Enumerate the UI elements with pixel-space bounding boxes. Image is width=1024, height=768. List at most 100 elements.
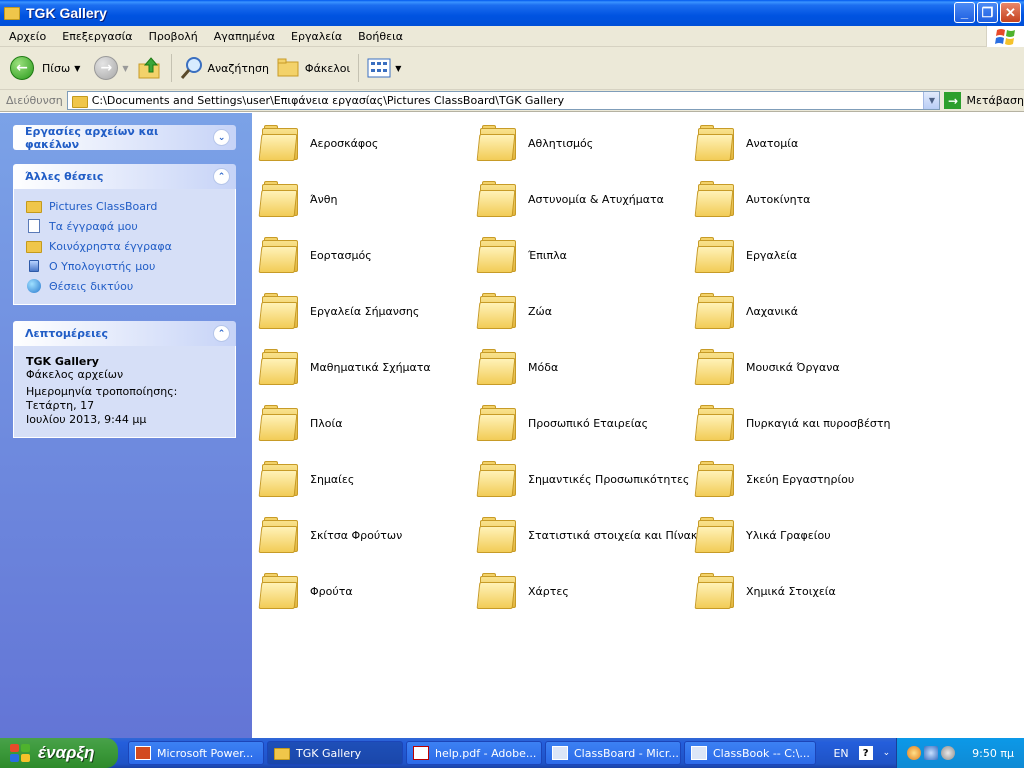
panel-header[interactable]: Λεπτομέρειες ⌃ <box>13 321 236 346</box>
taskbar-button-powerpoint[interactable]: Microsoft Power... <box>128 741 264 765</box>
folder-icon <box>476 348 518 386</box>
menu-view[interactable]: Προβολή <box>140 26 205 47</box>
folder-item[interactable]: Σκεύη Εργαστηρίου <box>694 457 914 501</box>
folder-icon <box>694 124 736 162</box>
folder-label: Ζώα <box>528 304 552 318</box>
menu-edit[interactable]: Επεξεργασία <box>53 26 139 47</box>
minimize-button[interactable]: _ <box>954 2 975 23</box>
title-bar[interactable]: TGK Gallery _ ❐ ✕ <box>0 0 1024 26</box>
folder-item[interactable]: Εργαλεία <box>694 233 914 277</box>
folder-label: Αυτοκίνητα <box>746 192 811 206</box>
panel-header[interactable]: Άλλες θέσεις ⌃ <box>13 164 236 189</box>
taskbar-button-classbook[interactable]: ClassBook -- C:\... <box>684 741 816 765</box>
views-icon <box>367 58 391 78</box>
folder-icon <box>694 404 736 442</box>
go-button[interactable]: → Μετάβαση <box>944 92 1024 109</box>
folder-item[interactable]: Άνθη <box>258 177 478 221</box>
tray-app-icon[interactable] <box>907 746 922 760</box>
place-link-pictures-classboard[interactable]: Pictures ClassBoard <box>26 196 223 216</box>
volume-icon[interactable] <box>941 746 956 760</box>
address-path: C:\Documents and Settings\user\Επιφάνεια… <box>91 94 565 107</box>
folder-item[interactable]: Σημαντικές Προσωπικότητες <box>476 457 696 501</box>
network-icon[interactable] <box>924 746 939 760</box>
folder-item[interactable]: Σημαίες <box>258 457 478 501</box>
task-label: ClassBoard - Micr... <box>574 746 679 760</box>
folder-item[interactable]: Πυρκαγιά και πυροσβέστη <box>694 401 914 445</box>
chevron-down-icon[interactable]: ▼ <box>923 92 940 109</box>
chevron-down-icon[interactable]: ▼ <box>122 64 128 73</box>
menu-bar: Αρχείο Επεξεργασία Προβολή Αγαπημένα Εργ… <box>0 26 1024 47</box>
folder-label: Σημαντικές Προσωπικότητες <box>528 472 690 486</box>
folder-label: Υλικά Γραφείου <box>746 528 831 542</box>
collapse-icon[interactable]: ⌃ <box>213 325 230 342</box>
folder-item[interactable]: Ανατομία <box>694 121 914 165</box>
start-button[interactable]: έναρξη <box>0 738 118 768</box>
folder-label: Αστυνομία & Ατυχήματα <box>528 192 664 206</box>
folder-item[interactable]: Αεροσκάφος <box>258 121 478 165</box>
folder-item[interactable]: Μαθηματικά Σχήματα <box>258 345 478 389</box>
folder-item[interactable]: Αστυνομία & Ατυχήματα <box>476 177 696 221</box>
taskbar-button-adobe[interactable]: help.pdf - Adobe... <box>406 741 542 765</box>
help-icon[interactable]: ? <box>858 746 873 760</box>
taskbar-button-tgk-gallery[interactable]: TGK Gallery <box>267 741 403 765</box>
menu-file[interactable]: Αρχείο <box>0 26 53 47</box>
place-link-network-places[interactable]: Θέσεις δικτύου <box>26 276 223 296</box>
collapse-icon[interactable]: ⌃ <box>213 168 230 185</box>
menu-help[interactable]: Βοήθεια <box>349 26 410 47</box>
folder-label: Αεροσκάφος <box>310 136 379 150</box>
folder-item[interactable]: Εορτασμός <box>258 233 478 277</box>
menu-tools[interactable]: Εργαλεία <box>282 26 349 47</box>
expand-icon[interactable]: ⌄ <box>213 129 230 146</box>
place-link-shared-documents[interactable]: Κοινόχρηστα έγγραφα <box>26 236 223 256</box>
language-indicator[interactable]: EN <box>833 747 848 760</box>
folder-item[interactable]: Υλικά Γραφείου <box>694 513 914 557</box>
folder-item[interactable]: Φρούτα <box>258 569 478 613</box>
app-icon <box>552 746 568 760</box>
folder-item[interactable]: Χάρτες <box>476 569 696 613</box>
folder-icon <box>274 746 290 760</box>
folder-item[interactable]: Αθλητισμός <box>476 121 696 165</box>
maximize-button[interactable]: ❐ <box>977 2 998 23</box>
windows-logo-icon <box>10 743 32 763</box>
taskbar-button-classboard[interactable]: ClassBoard - Micr... <box>545 741 681 765</box>
folder-item[interactable]: Έπιπλα <box>476 233 696 277</box>
panel-header[interactable]: Εργασίες αρχείων και φακέλων ⌄ <box>13 125 236 151</box>
back-button[interactable]: ← Πίσω ▼ <box>6 50 84 86</box>
other-places-panel: Άλλες θέσεις ⌃ Pictures ClassBoard Τα έγ… <box>13 164 236 305</box>
up-folder-button[interactable] <box>133 50 167 86</box>
powerpoint-icon <box>135 746 151 760</box>
file-folder-tasks-panel: Εργασίες αρχείων και φακέλων ⌄ <box>13 125 236 151</box>
folder-item[interactable]: Μουσικά Όργανα <box>694 345 914 389</box>
folder-item[interactable]: Προσωπικό Εταιρείας <box>476 401 696 445</box>
folder-item[interactable]: Εργαλεία Σήμανσης <box>258 289 478 333</box>
folder-item[interactable]: Αυτοκίνητα <box>694 177 914 221</box>
chevron-down-icon[interactable]: ▼ <box>74 64 80 73</box>
place-link-my-documents[interactable]: Τα έγγραφά μου <box>26 216 223 236</box>
folder-item[interactable]: Ζώα <box>476 289 696 333</box>
place-link-my-computer[interactable]: Ο Υπολογιστής μου <box>26 256 223 276</box>
folder-icon <box>258 180 300 218</box>
task-pane: Εργασίες αρχείων και φακέλων ⌄ Άλλες θέσ… <box>0 113 252 738</box>
folder-label: Έπιπλα <box>528 248 567 262</box>
window-title: TGK Gallery <box>26 5 107 21</box>
views-button[interactable]: ▼ <box>363 50 405 86</box>
folder-item[interactable]: Μόδα <box>476 345 696 389</box>
close-button[interactable]: ✕ <box>1000 2 1021 23</box>
back-arrow-icon: ← <box>10 56 34 80</box>
search-button[interactable]: Αναζήτηση <box>176 50 273 86</box>
go-arrow-icon: → <box>944 92 962 109</box>
forward-button[interactable]: → ▼ <box>90 50 132 86</box>
folder-item[interactable]: Λαχανικά <box>694 289 914 333</box>
chevron-down-icon[interactable]: ⌄ <box>883 748 891 758</box>
folders-label: Φάκελοι <box>304 61 351 75</box>
menu-favorites[interactable]: Αγαπημένα <box>205 26 282 47</box>
folder-item[interactable]: Χημικά Στοιχεία <box>694 569 914 613</box>
folder-icon <box>694 516 736 554</box>
folders-button[interactable]: Φάκελοι <box>273 50 354 86</box>
folder-item[interactable]: Σκίτσα Φρούτων <box>258 513 478 557</box>
folder-item[interactable]: Πλοία <box>258 401 478 445</box>
address-input[interactable]: C:\Documents and Settings\user\Επιφάνεια… <box>66 91 941 110</box>
folder-item[interactable]: Στατιστικά στοιχεία και Πίνακες <box>476 513 710 557</box>
folder-label: Μαθηματικά Σχήματα <box>310 360 431 374</box>
chevron-down-icon[interactable]: ▼ <box>395 64 401 73</box>
